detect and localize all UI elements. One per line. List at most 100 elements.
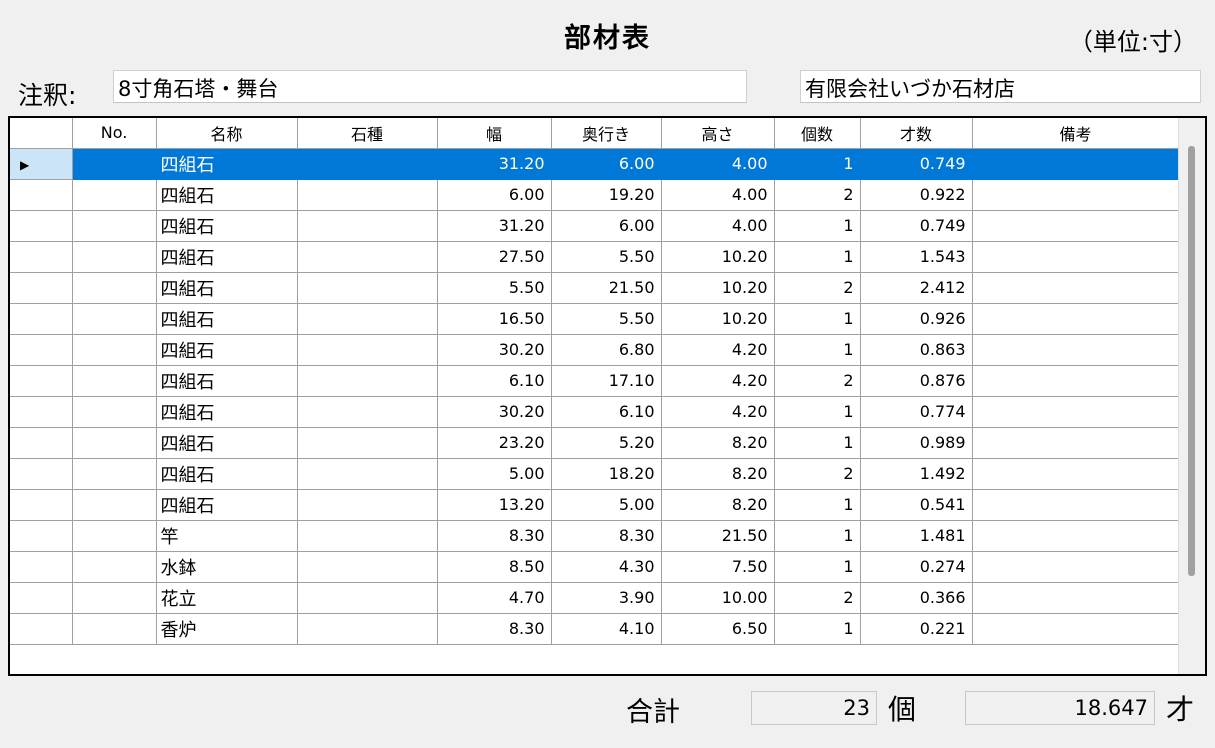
cell-count[interactable]: 1 (773, 302, 861, 335)
cell-name[interactable]: 四組石 (155, 178, 298, 211)
cell-stone[interactable] (296, 178, 438, 211)
vertical-scrollbar[interactable] (1178, 118, 1205, 674)
cell-sai[interactable]: 2.412 (859, 271, 973, 304)
cell-count[interactable]: 1 (773, 488, 861, 521)
cell-name[interactable]: 四組石 (155, 147, 298, 180)
table-row[interactable]: 四組石 5.50 21.50 10.20 2 2.412 (10, 271, 1180, 304)
cell-height[interactable]: 10.20 (660, 271, 775, 304)
cell-no[interactable] (71, 519, 157, 552)
cell-depth[interactable]: 5.20 (550, 426, 662, 459)
row-header[interactable] (10, 550, 73, 583)
table-row[interactable]: 四組石 23.20 5.20 8.20 1 0.989 (10, 426, 1180, 459)
cell-height[interactable]: 8.20 (660, 488, 775, 521)
parts-grid[interactable]: No. 名称 石種 幅 奥行き 高さ 個数 才数 備考 ▶ 四組石 31.20 6.0… (8, 116, 1207, 676)
cell-name[interactable]: 四組石 (155, 240, 298, 273)
row-header[interactable] (10, 178, 73, 211)
cell-no[interactable] (71, 271, 157, 304)
cell-no[interactable] (71, 581, 157, 614)
cell-remarks[interactable] (971, 209, 1180, 242)
cell-height[interactable]: 4.00 (660, 178, 775, 211)
cell-no[interactable] (71, 240, 157, 273)
cell-sai[interactable]: 0.541 (859, 488, 973, 521)
cell-stone[interactable] (296, 457, 438, 490)
cell-width[interactable]: 31.20 (436, 147, 552, 180)
row-header[interactable] (10, 364, 73, 397)
cell-no[interactable] (71, 612, 157, 645)
cell-height[interactable]: 10.20 (660, 240, 775, 273)
cell-remarks[interactable] (971, 488, 1180, 521)
cell-count[interactable]: 1 (773, 333, 861, 366)
cell-count[interactable]: 1 (773, 147, 861, 180)
cell-width[interactable]: 27.50 (436, 240, 552, 273)
cell-width[interactable]: 4.70 (436, 581, 552, 614)
table-row[interactable]: 四組石 6.10 17.10 4.20 2 0.876 (10, 364, 1180, 397)
row-header[interactable] (10, 209, 73, 242)
cell-height[interactable]: 21.50 (660, 519, 775, 552)
cell-sai[interactable]: 0.366 (859, 581, 973, 614)
cell-depth[interactable]: 5.50 (550, 240, 662, 273)
cell-sai[interactable]: 1.481 (859, 519, 973, 552)
cell-no[interactable] (71, 550, 157, 583)
cell-width[interactable]: 6.10 (436, 364, 552, 397)
cell-width[interactable]: 30.20 (436, 333, 552, 366)
cell-remarks[interactable] (971, 457, 1180, 490)
table-row[interactable]: 四組石 13.20 5.00 8.20 1 0.541 (10, 488, 1180, 521)
cell-name[interactable]: 四組石 (155, 364, 298, 397)
table-row[interactable]: 水鉢 8.50 4.30 7.50 1 0.274 (10, 550, 1180, 583)
cell-height[interactable]: 8.20 (660, 426, 775, 459)
cell-height[interactable]: 4.20 (660, 364, 775, 397)
cell-remarks[interactable] (971, 333, 1180, 366)
cell-remarks[interactable] (971, 271, 1180, 304)
row-header[interactable] (10, 519, 73, 552)
cell-no[interactable] (71, 178, 157, 211)
cell-height[interactable]: 8.20 (660, 457, 775, 490)
table-row[interactable]: 四組石 16.50 5.50 10.20 1 0.926 (10, 302, 1180, 335)
cell-count[interactable]: 1 (773, 240, 861, 273)
cell-height[interactable]: 10.00 (660, 581, 775, 614)
cell-remarks[interactable] (971, 147, 1180, 180)
cell-remarks[interactable] (971, 240, 1180, 273)
cell-sai[interactable]: 0.863 (859, 333, 973, 366)
column-header-height[interactable]: 高さ (660, 118, 775, 149)
cell-depth[interactable]: 8.30 (550, 519, 662, 552)
cell-sai[interactable]: 0.926 (859, 302, 973, 335)
column-header-name[interactable]: 名称 (155, 118, 298, 149)
row-header[interactable] (10, 457, 73, 490)
column-header-remarks[interactable]: 備考 (971, 118, 1180, 149)
cell-width[interactable]: 30.20 (436, 395, 552, 428)
row-header[interactable] (10, 333, 73, 366)
cell-height[interactable]: 4.20 (660, 395, 775, 428)
cell-name[interactable]: 四組石 (155, 488, 298, 521)
table-row[interactable]: 四組石 6.00 19.20 4.00 2 0.922 (10, 178, 1180, 211)
cell-remarks[interactable] (971, 364, 1180, 397)
cell-stone[interactable] (296, 519, 438, 552)
note-field[interactable]: 8寸角石塔・舞台 (113, 70, 747, 103)
cell-name[interactable]: 四組石 (155, 395, 298, 428)
table-row[interactable]: 四組石 30.20 6.80 4.20 1 0.863 (10, 333, 1180, 366)
table-row[interactable]: 四組石 30.20 6.10 4.20 1 0.774 (10, 395, 1180, 428)
table-row[interactable]: 竿 8.30 8.30 21.50 1 1.481 (10, 519, 1180, 552)
cell-width[interactable]: 5.00 (436, 457, 552, 490)
cell-count[interactable]: 2 (773, 581, 861, 614)
cell-name[interactable]: 水鉢 (155, 550, 298, 583)
cell-stone[interactable] (296, 333, 438, 366)
cell-no[interactable] (71, 426, 157, 459)
cell-width[interactable]: 13.20 (436, 488, 552, 521)
table-row[interactable]: ▶ 四組石 31.20 6.00 4.00 1 0.749 (10, 147, 1180, 180)
cell-stone[interactable] (296, 395, 438, 428)
table-row[interactable]: 花立 4.70 3.90 10.00 2 0.366 (10, 581, 1180, 614)
cell-stone[interactable] (296, 147, 438, 180)
cell-sai[interactable]: 1.492 (859, 457, 973, 490)
cell-remarks[interactable] (971, 178, 1180, 211)
cell-remarks[interactable] (971, 519, 1180, 552)
cell-depth[interactable]: 4.10 (550, 612, 662, 645)
cell-height[interactable]: 4.00 (660, 209, 775, 242)
cell-depth[interactable]: 6.10 (550, 395, 662, 428)
cell-sai[interactable]: 0.274 (859, 550, 973, 583)
scrollbar-thumb[interactable] (1188, 146, 1195, 576)
cell-stone[interactable] (296, 488, 438, 521)
cell-remarks[interactable] (971, 302, 1180, 335)
cell-no[interactable] (71, 364, 157, 397)
cell-no[interactable] (71, 488, 157, 521)
cell-no[interactable] (71, 457, 157, 490)
